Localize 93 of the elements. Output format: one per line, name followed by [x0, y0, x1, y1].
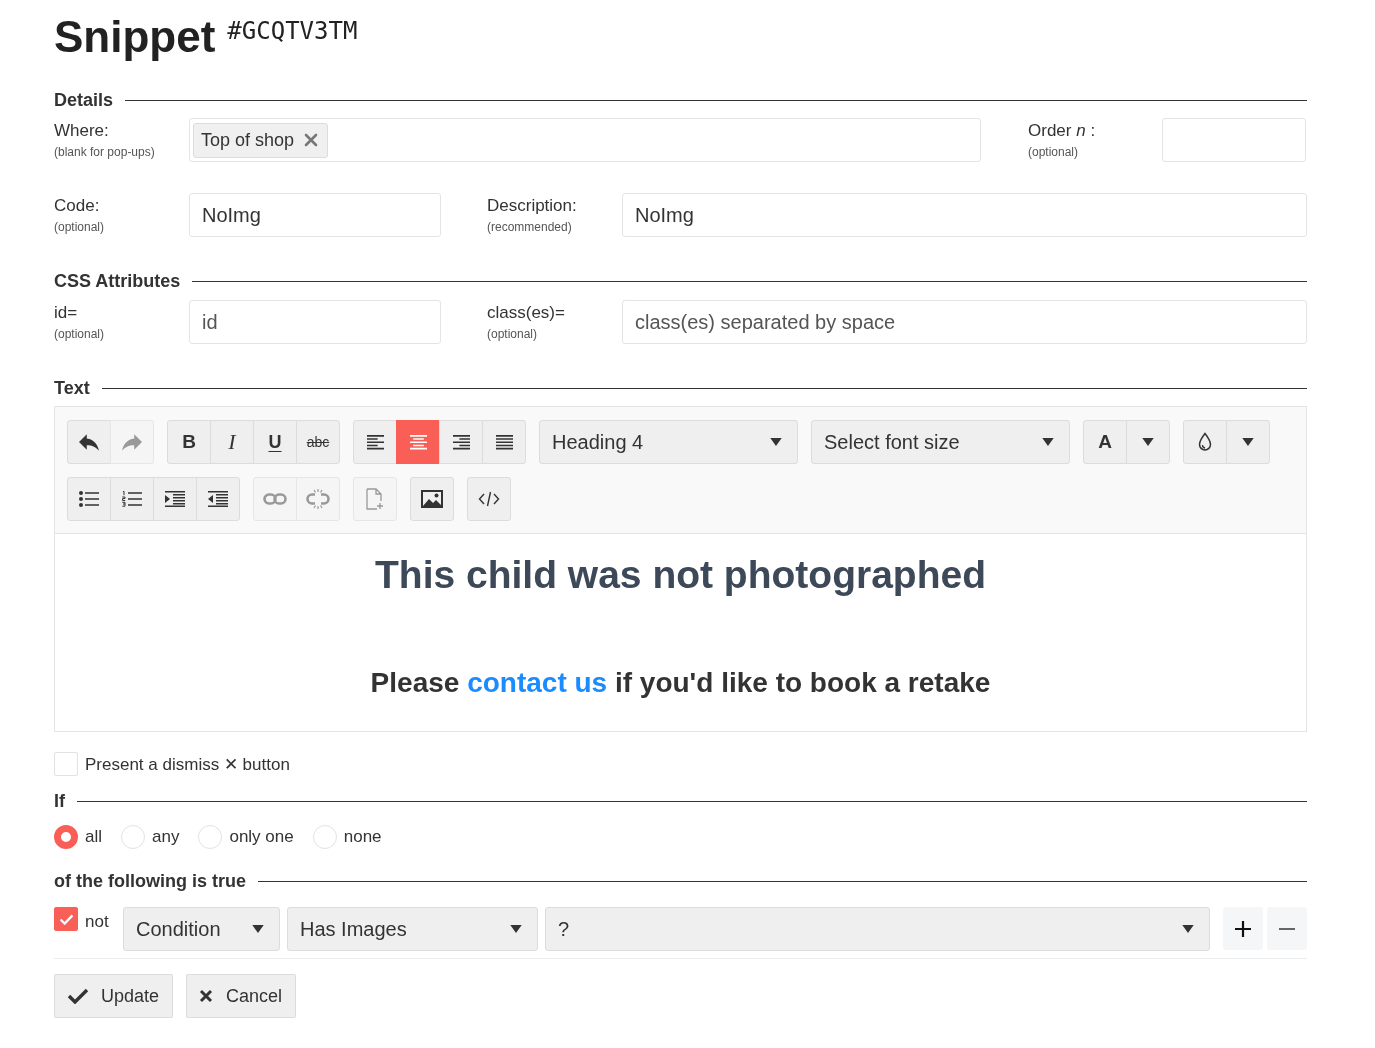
caret-icon [510, 925, 522, 933]
field-hint: (optional) [54, 219, 105, 235]
style-dropdown[interactable]: Select font size [811, 420, 1070, 464]
section-heading: Text [54, 377, 90, 400]
field-label: Description: [487, 196, 577, 216]
condition-type-dropdown[interactable]: Condition [123, 907, 280, 951]
indent-icon [165, 491, 185, 507]
image-icon [421, 490, 443, 508]
align-left-icon [366, 434, 384, 450]
undo-button[interactable] [67, 420, 111, 464]
redo-icon [122, 433, 142, 451]
section-heading: Details [54, 89, 114, 112]
radio-label[interactable]: any [152, 827, 180, 847]
highlight-button[interactable] [1183, 420, 1227, 464]
field-label: class(es)= [487, 303, 565, 323]
classes-field[interactable]: class(es) separated by space [622, 300, 1307, 344]
field-label: id= [54, 303, 78, 323]
description-field[interactable]: NoImg [622, 193, 1307, 237]
tag-chip[interactable]: Top of shop [193, 122, 329, 158]
section-heading: of the following is true [54, 870, 246, 893]
drop-icon [1198, 432, 1212, 452]
section-heading: If [54, 790, 65, 813]
caret-icon [1182, 925, 1194, 933]
check-icon [58, 913, 74, 925]
align-right-button[interactable] [439, 420, 483, 464]
caret-icon [770, 438, 782, 446]
checkbox-label[interactable]: Present a dismiss ✕ button [85, 753, 290, 775]
align-justify-button[interactable] [482, 420, 526, 464]
strike-button[interactable]: abc [296, 420, 340, 464]
radio-button[interactable] [54, 825, 78, 849]
add-button[interactable] [1223, 907, 1263, 950]
order-field[interactable] [1162, 118, 1306, 162]
code-button[interactable] [467, 477, 511, 521]
editor-heading: This child was not photographed [375, 552, 986, 598]
check-icon [67, 988, 89, 1004]
align-justify-icon [495, 434, 513, 450]
tag-label: Top of shop [201, 129, 295, 151]
underline-button[interactable]: U [253, 420, 297, 464]
condition-field-dropdown[interactable]: Has Images [287, 907, 538, 951]
broken-link-icon [306, 489, 330, 509]
radio-label[interactable]: all [85, 827, 102, 847]
editor-paragraph: Please contact us if you'd like to book a retake [370, 666, 991, 700]
image-button[interactable] [410, 477, 454, 521]
condition-value-dropdown[interactable]: ? [545, 907, 1210, 951]
caret-icon [1042, 438, 1054, 446]
field-hint: (optional) [487, 326, 538, 342]
caret-icon [252, 925, 264, 933]
update-button[interactable]: Update [54, 974, 174, 1018]
radio-label[interactable]: only one [229, 827, 294, 847]
number-list-button[interactable] [110, 477, 154, 521]
close-icon [199, 989, 214, 1003]
where-field[interactable]: Top of shop [189, 118, 981, 162]
align-right-icon [452, 434, 470, 450]
numbered-list-icon [122, 491, 142, 507]
dropdown-button[interactable] [1126, 420, 1170, 464]
id-field[interactable]: id [189, 300, 441, 344]
bullet-list-icon [79, 491, 99, 507]
align-left-button[interactable] [353, 420, 397, 464]
radio-label[interactable]: none [343, 827, 382, 847]
link-icon [263, 493, 287, 505]
field-hint: (blank for pop-ups) [54, 144, 155, 160]
editor-content[interactable]: This child was not photographed Please contact us if you'd like to book a retake [54, 534, 1307, 732]
field-label: Where: [54, 121, 109, 141]
checkbox-label[interactable]: not [85, 912, 116, 932]
font-color-button[interactable]: A [1083, 420, 1127, 464]
bold-button[interactable]: B [167, 420, 211, 464]
bullet-list-button[interactable] [67, 477, 111, 521]
italic-button[interactable]: I [210, 420, 254, 464]
field-label: Code: [54, 196, 100, 216]
indent-button[interactable] [153, 477, 197, 521]
dropdown-button[interactable] [1226, 420, 1270, 464]
code-icon [478, 491, 500, 507]
plus-icon [1235, 920, 1251, 937]
document-plus-icon [366, 488, 384, 510]
align-center-icon [409, 434, 427, 450]
field-hint: (optional) [1028, 144, 1079, 160]
outdent-button[interactable] [196, 477, 240, 521]
undo-icon [79, 433, 99, 451]
code-field[interactable]: NoImg [189, 193, 441, 237]
style-dropdown[interactable]: Heading 4 [539, 420, 798, 464]
caret-icon [1242, 438, 1254, 446]
field-hint: (recommended) [487, 219, 572, 235]
cancel-button[interactable]: Cancel [186, 974, 297, 1018]
caret-icon [1142, 438, 1154, 446]
section-heading: CSS Attributes [54, 270, 181, 293]
outdent-icon [208, 491, 228, 507]
snippet-code: #GCQTV3TM [227, 17, 358, 45]
close-icon[interactable] [304, 133, 319, 147]
field-label: Order n : [1028, 121, 1096, 141]
checkbox[interactable] [54, 907, 78, 931]
field-hint: (optional) [54, 326, 105, 342]
page-title: Snippet [54, 11, 216, 63]
minus-icon [1279, 927, 1295, 930]
